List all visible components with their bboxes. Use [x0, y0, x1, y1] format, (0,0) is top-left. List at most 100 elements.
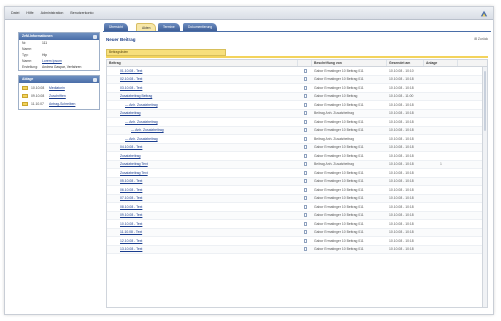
table-row[interactable]: 06.10.08 - Text Gabor Ermatinger 10 Beitr…: [107, 186, 487, 195]
table-row[interactable]: 02.10.08 - Text Gabor Ermatinger 10 Beitr…: [107, 75, 487, 84]
document-icon: [303, 111, 307, 116]
scrollbar[interactable]: [482, 67, 487, 307]
post-author: Gabor Ermatinger 10 Beitrag 011: [314, 68, 364, 73]
table-row[interactable]: — Anh. Zusatzbeitrag Gabor Ermatinger 10 …: [107, 101, 487, 110]
menu-item-datei[interactable]: Datei: [11, 11, 19, 15]
tab-3[interactable]: Dokumentierung: [183, 23, 218, 31]
collapse-icon[interactable]: [93, 77, 97, 82]
tab-2[interactable]: Termine: [158, 23, 180, 31]
post-title-link[interactable]: 01.10.08 - Text: [107, 69, 298, 73]
table-row[interactable]: 01.10.08 - Text Gabor Ermatinger 10 Beitr…: [107, 67, 487, 76]
table-row[interactable]: 07.10.08 - Text Gabor Ermatinger 10 Beitr…: [107, 194, 487, 203]
document-icon: [303, 94, 307, 99]
menu-item-hilfe[interactable]: Hilfe: [26, 11, 33, 15]
table-row[interactable]: Zusatzbeitrag Gabor Ermatinger 10 Beitrag…: [107, 152, 487, 161]
table-row[interactable]: 05.10.08 - Text Gabor Ermatinger 10 Beitr…: [107, 177, 487, 186]
table-row[interactable]: — Anh. Zusatzbeitrag Gabor Ermatinger 10 …: [107, 118, 487, 127]
favorite-title[interactable]: Zuschriften: [49, 94, 66, 98]
post-title-link[interactable]: 04.10.08 - Text: [107, 145, 298, 149]
post-title-link[interactable]: 03.10.08 - Text: [107, 86, 298, 90]
info-value[interactable]: Lorem Ipsum: [42, 59, 96, 63]
post-author: Gabor Ermatinger 10 Beitrag 011: [314, 213, 364, 218]
table-row[interactable]: 09.10.08 - Text Gabor Ermatinger 10 Beitr…: [107, 211, 487, 220]
table-row[interactable]: 11.10.08 - Text Gabor Ermatinger 10 Beitr…: [107, 228, 487, 237]
post-title-link[interactable]: — Anh. Zusatzbeitrag: [107, 103, 298, 107]
favorite-title[interactable]: Antrag-Schreiben: [49, 102, 75, 106]
tab-0[interactable]: Übersicht: [104, 23, 128, 31]
favorite-item[interactable]: 10.10.08 Mediatorin: [19, 84, 99, 92]
table-row[interactable]: 13.10.08 - Text Gabor Ermatinger 10 Beitr…: [107, 245, 487, 254]
menu-item-administration[interactable]: Administration: [41, 11, 64, 15]
post-date: 10.10.08 - 10:18: [389, 162, 414, 167]
table-row[interactable]: Zusatzbeitrag Beitrag Anh. Zusatzbeitrag 1…: [107, 109, 487, 118]
favorite-item[interactable]: 11.10.07 Antrag-Schreiben: [19, 100, 99, 108]
post-author: Gabor Ermatinger 10 Beitrag 011: [314, 102, 364, 107]
list-toolbar: Beitragslisten: [106, 49, 226, 56]
back-button[interactable]: ⊞ Zurück: [474, 37, 488, 41]
main-content: Übersicht Akten Termine Dokumentierung Neue…: [103, 21, 491, 308]
table-row[interactable]: — Anh. Zusatzbeitrag Gabor Ermatinger 10 …: [107, 126, 487, 135]
post-title-link[interactable]: 12.10.08 - Text: [107, 239, 298, 243]
post-date: 10.10.08 - 10:18: [389, 179, 414, 184]
table-row[interactable]: — Anh. Zusatzbeitrag Beitrag Anh. Zusatzb…: [107, 135, 487, 144]
post-title-link[interactable]: 05.10.08 - Text: [107, 179, 298, 183]
post-type-cell: [298, 247, 312, 252]
post-author: Gabor Ermatinger 10 Beitrag 011: [314, 128, 364, 133]
post-title-link[interactable]: Zusatzbeitrag: [107, 154, 298, 158]
table-row[interactable]: 10.10.08 - Text Gabor Ermatinger 10 Beitr…: [107, 220, 487, 229]
post-type-cell: [298, 111, 312, 116]
col-header-author[interactable]: Beschriftung von: [312, 60, 387, 66]
post-type-cell: [298, 68, 312, 73]
post-author: Beitrag Anh. Zusatzbeitrag: [314, 162, 354, 167]
post-title-link[interactable]: 10.10.08 - Text: [107, 222, 298, 226]
post-date: 10.10.08 - 10:18: [389, 170, 414, 175]
table-row[interactable]: Zusatzbeitrag Text Gabor Ermatinger 10 Be…: [107, 169, 487, 178]
post-type-cell: [298, 221, 312, 226]
table-row[interactable]: 12.10.08 - Text Gabor Ermatinger 10 Beitr…: [107, 237, 487, 246]
post-date: 10.10.08 - 11:00: [389, 94, 414, 99]
post-title-link[interactable]: — Anh. Zusatzbeitrag: [107, 128, 298, 132]
post-title-link[interactable]: Zusatzbeitrag Text: [107, 171, 298, 175]
col-header-type[interactable]: [298, 60, 312, 66]
attachment-cell[interactable]: 1: [424, 162, 458, 166]
post-title-link[interactable]: 02.10.08 - Text: [107, 77, 298, 81]
post-date: 10.10.08 - 10:18: [389, 119, 414, 124]
info-key: Typ:: [22, 53, 29, 57]
post-title-link[interactable]: 09.10.08 - Text: [107, 213, 298, 217]
post-date: 10.10.08 - 10:18: [389, 196, 414, 201]
post-title-link[interactable]: Zusatzbeitrag: [107, 111, 298, 115]
post-author: Gabor Ermatinger 10 Beitrag 011: [314, 196, 364, 201]
table-row[interactable]: 04.10.08 - Text Gabor Ermatinger 10 Beitr…: [107, 143, 487, 152]
post-title-link[interactable]: Zusatzbeitrag Text: [107, 162, 298, 166]
post-title-link[interactable]: 07.10.08 - Text: [107, 196, 298, 200]
menu-item-benutzerkonto[interactable]: Benutzerkonto: [70, 11, 93, 15]
info-key: Nr.: [22, 41, 27, 45]
post-title-link[interactable]: — Anh. Zusatzbeitrag: [107, 137, 298, 141]
scrollbar-thumb[interactable]: [484, 71, 486, 131]
folder-icon: [22, 94, 28, 98]
post-title-link[interactable]: 08.10.08 - Text: [107, 205, 298, 209]
col-header-beitrag[interactable]: Beitrag: [107, 60, 298, 66]
favorite-title[interactable]: Mediatorin: [49, 86, 65, 90]
info-value: Hip: [42, 53, 48, 57]
info-value: [42, 47, 96, 51]
table-row[interactable]: Zusatzbeitrag Beitrag Gabor Ermatinger 10…: [107, 92, 487, 101]
tab-1[interactable]: Akten: [136, 23, 157, 31]
post-title-link[interactable]: 06.10.08 - Text: [107, 188, 298, 192]
col-header-date[interactable]: Gesendet am: [387, 60, 424, 66]
post-author: Gabor Ermatinger 10 Beitrag 011: [314, 119, 364, 124]
post-title-link[interactable]: Zusatzbeitrag Beitrag: [107, 94, 298, 98]
post-title-link[interactable]: 13.10.08 - Text: [107, 247, 298, 251]
favorite-date: 09.10.08: [31, 94, 45, 98]
post-title-link[interactable]: — Anh. Zusatzbeitrag: [107, 120, 298, 124]
post-type-cell: [298, 145, 312, 150]
table-row[interactable]: Zusatzbeitrag Text Beitrag Anh. Zusatzbei…: [107, 160, 487, 169]
favorite-item[interactable]: 09.10.08 Zuschriften: [19, 92, 99, 100]
table-row[interactable]: 08.10.08 - Text Gabor Ermatinger 10 Beitr…: [107, 203, 487, 212]
post-title-link[interactable]: 11.10.08 - Text: [107, 230, 298, 234]
document-icon: [303, 179, 307, 184]
collapse-icon[interactable]: [93, 34, 97, 39]
document-icon: [303, 238, 307, 243]
col-header-attachment[interactable]: Anlage: [424, 60, 458, 66]
table-row[interactable]: 03.10.08 - Text Gabor Ermatinger 10 Beitr…: [107, 84, 487, 93]
